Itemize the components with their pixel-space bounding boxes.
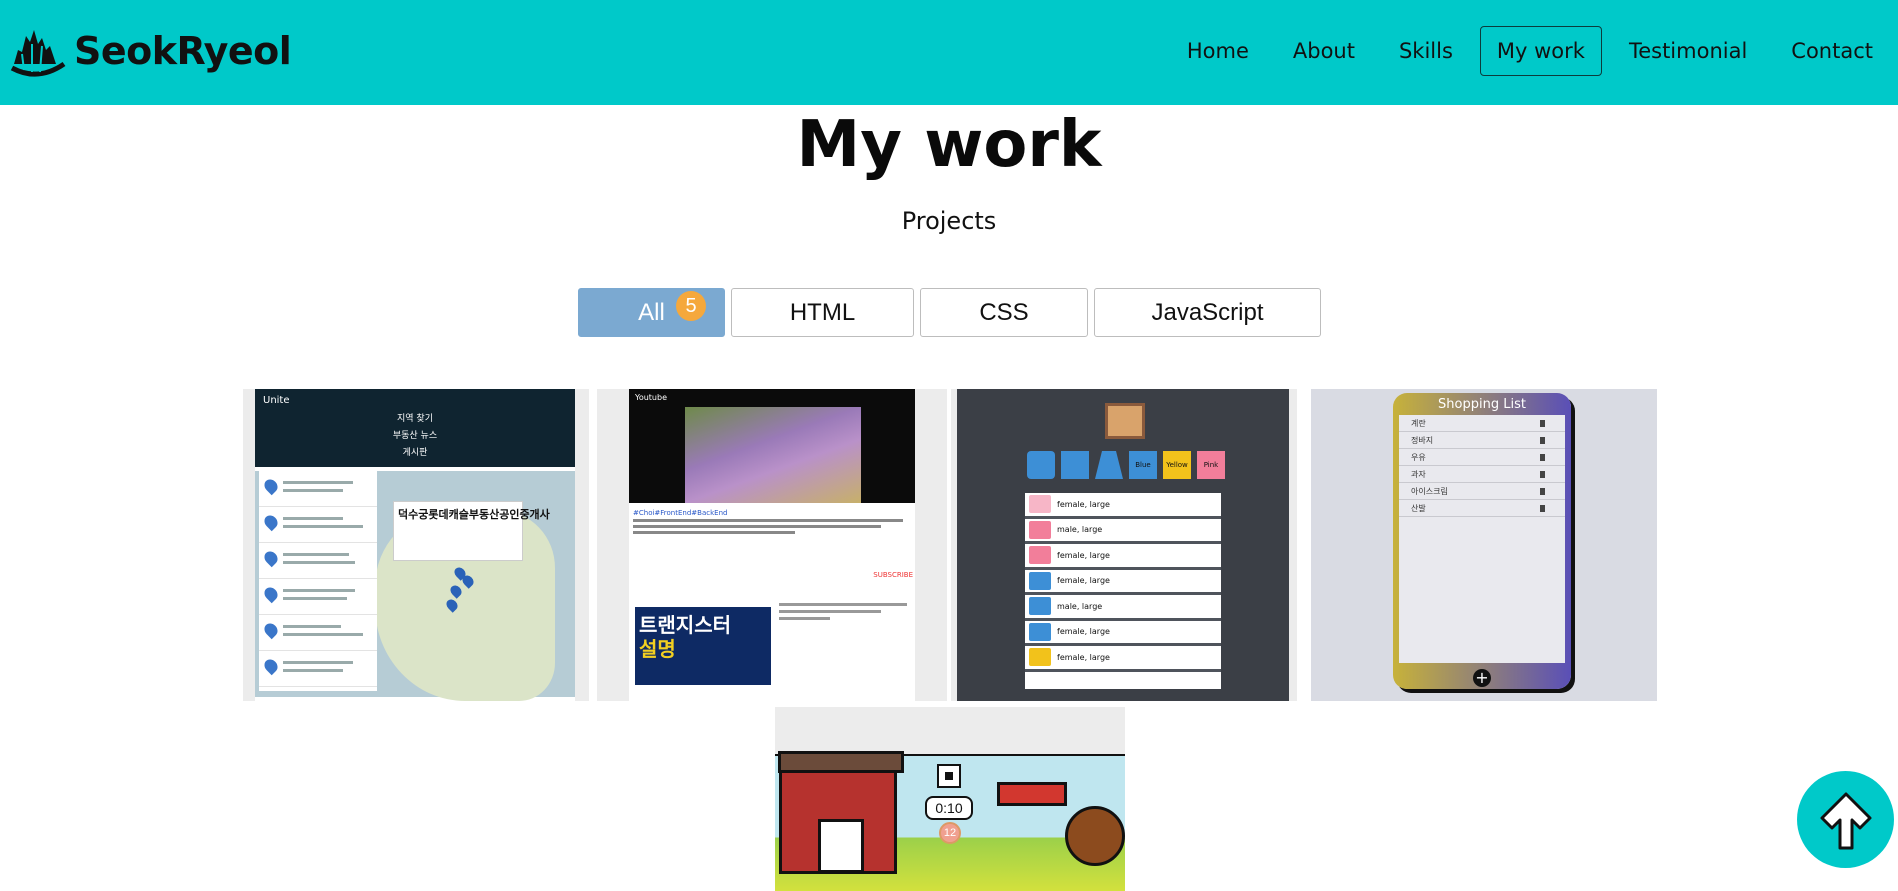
pants-icon xyxy=(1061,451,1089,479)
tshirt-icon xyxy=(1027,451,1055,479)
category-filters: All 5 HTML CSS JavaScript xyxy=(0,288,1898,338)
phone-frame: Shopping List 계란 정바지 우유 과자 아이스크림 산발 + xyxy=(1393,393,1571,689)
project-count-badge: 5 xyxy=(676,291,706,321)
unite-app-name: Unite xyxy=(263,395,290,406)
nav-my-work[interactable]: My work xyxy=(1479,26,1602,76)
filter-all-label: All xyxy=(638,298,665,326)
unite-menu-item: 부동산 뉴스 xyxy=(392,431,438,441)
project-screenshot: 0:10 12 xyxy=(775,751,1125,891)
shopping-list-title: Shopping List xyxy=(1438,397,1526,412)
map-area: 덕수궁롯데캐슬부동산공인중개사 xyxy=(255,471,575,701)
barn-image xyxy=(778,751,904,874)
project-card-clothes[interactable]: Blue Yellow Pink female, large male, lar… xyxy=(951,389,1297,701)
project-screenshot: Blue Yellow Pink female, large male, lar… xyxy=(957,389,1289,701)
nav-about[interactable]: About xyxy=(1276,26,1372,76)
video-hashtags: #Choi#FrontEnd#BackEnd xyxy=(633,509,728,517)
agency-list xyxy=(259,471,377,691)
city-skyline-icon xyxy=(10,30,66,77)
subscribe-label: SUBSCRIBE xyxy=(873,571,913,579)
project-card-farm-game[interactable]: 0:10 12 xyxy=(775,707,1125,891)
project-card-youtube[interactable]: Youtube #Choi#FrontEnd#BackEnd SUBSCRIBE… xyxy=(597,389,947,701)
section-subtitle: Projects xyxy=(901,207,997,235)
project-card-shopping-list[interactable]: Shopping List 계란 정바지 우유 과자 아이스크림 산발 + xyxy=(1311,389,1657,701)
brand-name: SeokRyeol xyxy=(74,29,292,73)
game-score: 12 xyxy=(939,822,961,844)
youtube-logo: Youtube xyxy=(635,393,667,402)
map-popup: 덕수궁롯데캐슬부동산공인중개사 xyxy=(393,501,550,561)
market-stand-image xyxy=(997,782,1067,806)
filter-javascript-button[interactable]: JavaScript xyxy=(1094,288,1321,337)
nav-home[interactable]: Home xyxy=(1170,26,1266,76)
shop-logo-icon xyxy=(1105,403,1145,439)
brand-logo[interactable]: SeokRyeol xyxy=(8,24,292,78)
nav-testimonial[interactable]: Testimonial xyxy=(1612,26,1764,76)
site-header: SeokRyeol Home About Skills My work Test… xyxy=(0,0,1898,105)
section-title: My work xyxy=(796,108,1102,182)
blue-color-button: Blue xyxy=(1129,451,1157,479)
project-screenshot: Shopping List 계란 정바지 우유 과자 아이스크림 산발 + xyxy=(1311,389,1657,701)
game-timer: 0:10 xyxy=(925,796,973,820)
main-nav: Home About Skills My work Testimonial Co… xyxy=(1160,26,1890,76)
nav-skills[interactable]: Skills xyxy=(1382,26,1470,76)
unite-menu-item: 게시판 xyxy=(402,448,428,458)
arrow-up-icon xyxy=(1820,792,1871,849)
add-item-icon: + xyxy=(1473,669,1491,687)
shopping-items: 계란 정바지 우유 과자 아이스크림 산발 xyxy=(1399,415,1565,663)
scroll-top-button[interactable] xyxy=(1797,771,1894,868)
filter-icons: Blue Yellow Pink xyxy=(1027,451,1231,479)
project-screenshot: Youtube #Choi#FrontEnd#BackEnd SUBSCRIBE… xyxy=(629,389,915,701)
project-screenshot: Unite 지역 찾기 부동산 뉴스 게시판 덕수궁롯데캐슬부동산공인중개사 xyxy=(255,389,575,701)
skirt-icon xyxy=(1095,451,1123,479)
video-player xyxy=(685,407,861,503)
nav-contact[interactable]: Contact xyxy=(1774,26,1890,76)
logs-image xyxy=(1065,806,1125,866)
project-card-unite[interactable]: Unite 지역 찾기 부동산 뉴스 게시판 덕수궁롯데캐슬부동산공인중개사 xyxy=(243,389,589,701)
play-button-icon xyxy=(937,764,961,788)
clothes-list: female, large male, large female, large … xyxy=(1025,493,1221,689)
video-thumbnail: 트랜지스터 설명 xyxy=(635,607,771,685)
filter-all-button[interactable]: All 5 xyxy=(578,288,725,337)
pink-color-button: Pink xyxy=(1197,451,1225,479)
unite-menu-item: 지역 찾기 xyxy=(397,414,433,424)
filter-html-button[interactable]: HTML xyxy=(731,288,914,337)
filter-css-button[interactable]: CSS xyxy=(920,288,1088,337)
yellow-color-button: Yellow xyxy=(1163,451,1191,479)
